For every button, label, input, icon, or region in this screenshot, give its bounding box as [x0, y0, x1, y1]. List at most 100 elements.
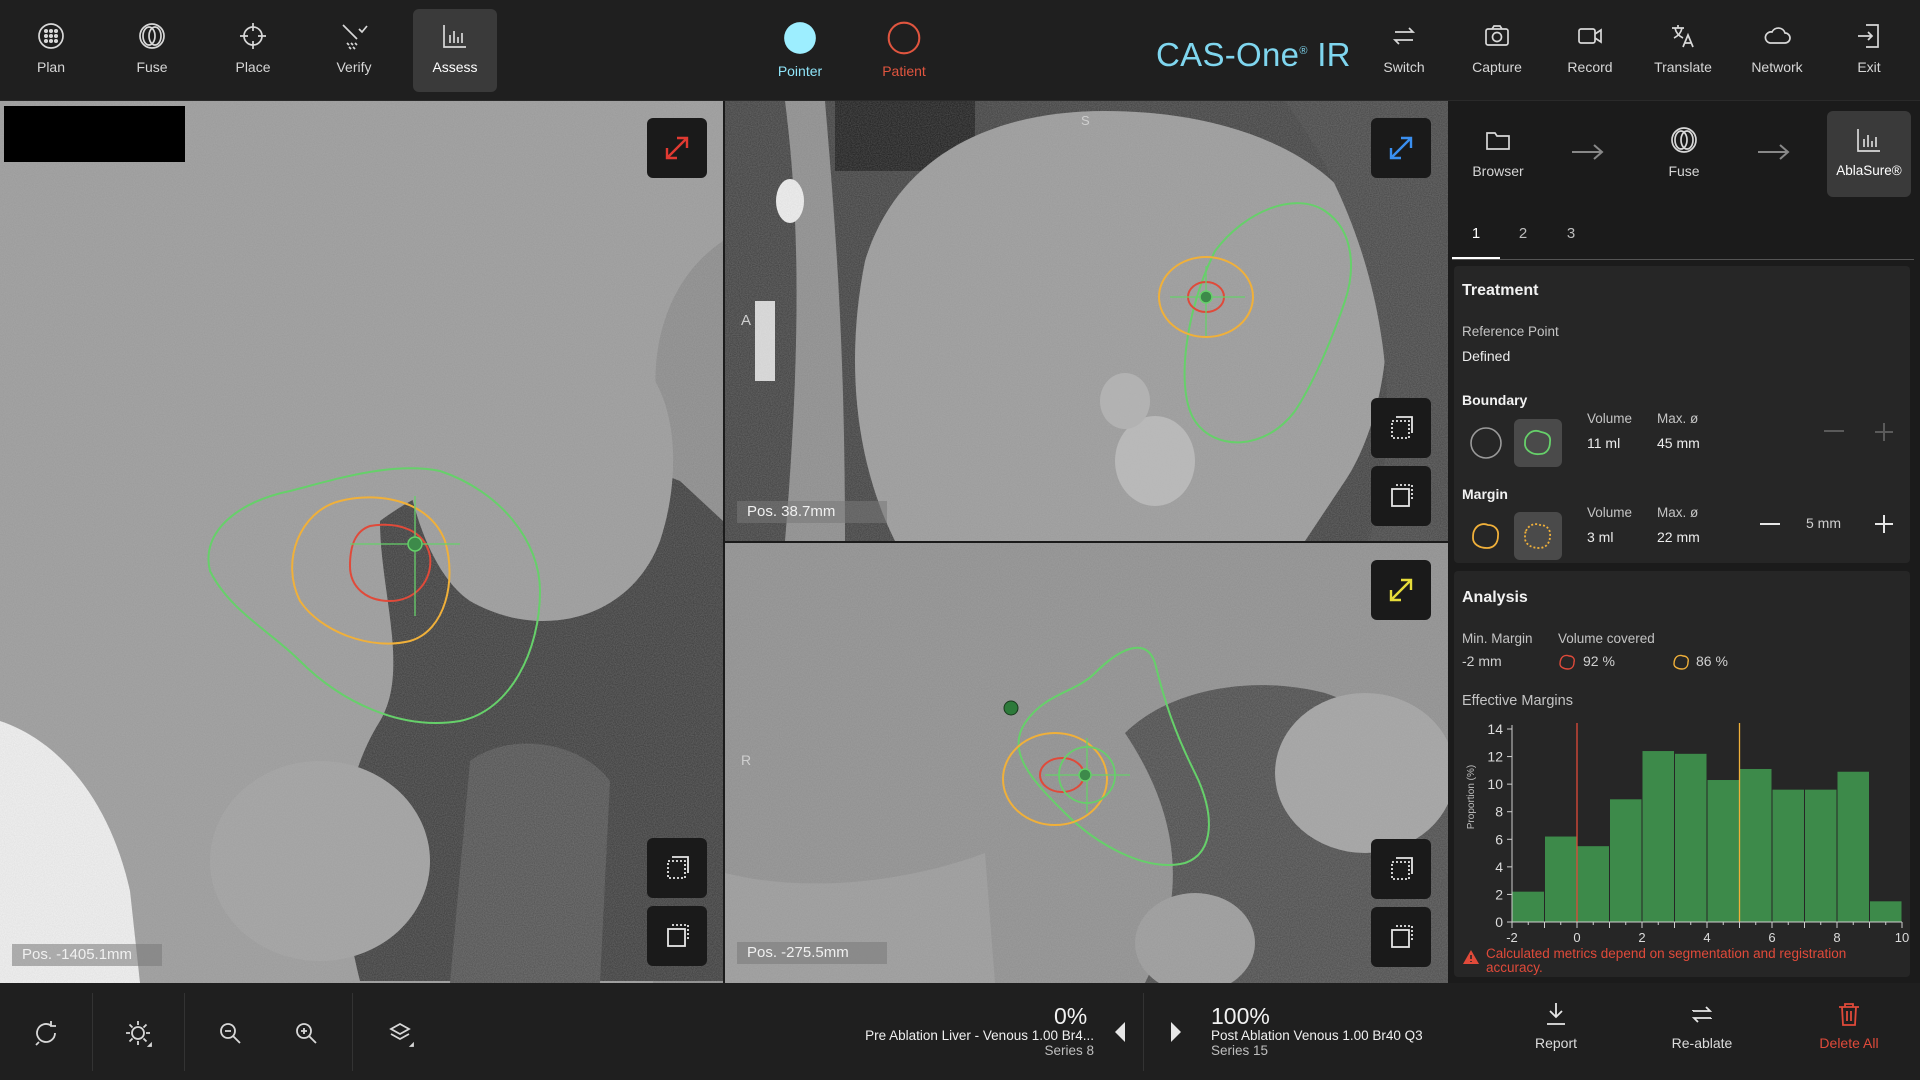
workflow-arrow-icon — [1572, 144, 1604, 160]
toolbar-separator — [352, 993, 353, 1071]
boundary-plus-button[interactable] — [1874, 422, 1894, 442]
sagittal-orientation-left: A — [741, 312, 752, 329]
green-blob-icon — [1524, 429, 1552, 456]
brightness-button[interactable] — [102, 1003, 174, 1063]
translate-icon — [1672, 25, 1694, 48]
margin-plus-button[interactable] — [1874, 514, 1894, 534]
margin-minus-button[interactable] — [1760, 523, 1780, 525]
brand-suffix: IR — [1317, 36, 1351, 73]
patient-button[interactable]: Patient — [862, 9, 946, 92]
brightness-icon — [126, 1021, 152, 1047]
workflow-ablasure-button[interactable]: AblaSure® — [1827, 111, 1911, 197]
verify-icon — [342, 24, 368, 50]
fuse-label: Fuse — [136, 59, 168, 75]
boundary-segmentation-toggle[interactable] — [1514, 419, 1562, 467]
action-bar: Report Re-ablate Delete All — [1448, 983, 1920, 1080]
pointer-button[interactable]: Pointer — [758, 9, 842, 92]
x-tick-label: -2 — [1506, 930, 1518, 945]
zoom-in-icon — [296, 1023, 317, 1044]
previous-series-button[interactable] — [1110, 1018, 1130, 1046]
circle-outline-icon — [1470, 427, 1502, 459]
sagittal-layer-button[interactable] — [1371, 466, 1431, 526]
coronal-layer-button[interactable] — [1371, 907, 1431, 967]
boundary-minus-button[interactable] — [1824, 430, 1844, 432]
coronal-ct-image — [725, 543, 1448, 983]
margin-title: Margin — [1462, 486, 1508, 502]
camera-icon — [1485, 25, 1509, 46]
axial-layer-button[interactable] — [647, 906, 707, 966]
margin-outline-toggle[interactable] — [1462, 512, 1510, 560]
folder-icon — [1486, 132, 1510, 150]
coronal-position-readout: Pos. -275.5mm — [737, 942, 887, 964]
place-label: Place — [235, 59, 271, 75]
layers-button[interactable] — [364, 1003, 436, 1063]
sagittal-crop-button[interactable] — [1371, 398, 1431, 458]
place-button[interactable]: Place — [211, 9, 295, 92]
effective-margins-chart: 02468101214-2 0 2 4 6 8 10 Proportion (%) — [1466, 721, 1909, 945]
plan-icon — [38, 23, 64, 49]
expand-arrows-icon — [1389, 578, 1413, 602]
volume-covered-label: Volume covered — [1558, 631, 1655, 646]
margin-volume-value: 3 ml — [1587, 529, 1614, 545]
histogram-bar — [1772, 789, 1804, 922]
assess-button[interactable]: Assess — [413, 9, 497, 92]
report-button[interactable]: Report — [1496, 999, 1616, 1069]
sagittal-expand-button[interactable] — [1371, 118, 1431, 178]
min-margin-value: -2 mm — [1462, 653, 1502, 669]
assess-label: Assess — [432, 59, 478, 75]
y-tick-label: 12 — [1487, 749, 1503, 765]
record-button[interactable]: Record — [1548, 9, 1632, 92]
zoom-in-button[interactable] — [270, 1003, 342, 1063]
margin-dashed-toggle[interactable] — [1514, 512, 1562, 560]
fuse-button[interactable]: Fuse — [110, 9, 194, 92]
boundary-max-value: 45 mm — [1657, 435, 1700, 451]
margin-max-value: 22 mm — [1657, 529, 1700, 545]
boundary-title: Boundary — [1462, 392, 1528, 408]
post-series-number: Series 15 — [1211, 1043, 1269, 1058]
coronal-viewport[interactable]: R Pos. -275.5mm — [725, 543, 1448, 983]
workflow-fuse-button[interactable]: Fuse — [1642, 111, 1726, 197]
delete-all-button[interactable]: Delete All — [1789, 999, 1909, 1069]
x-tick-label: 4 — [1703, 930, 1710, 945]
workflow-browser-button[interactable]: Browser — [1456, 111, 1540, 197]
histogram-bar — [1837, 771, 1869, 922]
crop-select-icon — [1391, 857, 1413, 880]
brand-mark: ® — [1299, 45, 1308, 57]
reset-rotation-button[interactable] — [10, 1003, 82, 1063]
verify-button[interactable]: Verify — [312, 9, 396, 92]
sagittal-viewport[interactable]: A S Pos. 38.7mm — [725, 101, 1448, 541]
switch-button[interactable]: Switch — [1362, 9, 1446, 92]
treatment-title: Treatment — [1462, 282, 1539, 299]
coronal-expand-button[interactable] — [1371, 560, 1431, 620]
x-tick-label: 10 — [1895, 930, 1909, 945]
capture-button[interactable]: Capture — [1455, 9, 1539, 92]
axial-crop-button[interactable] — [647, 838, 707, 898]
histogram-bar — [1740, 768, 1772, 922]
coronal-crop-button[interactable] — [1371, 839, 1431, 899]
plan-button[interactable]: Plan — [9, 9, 93, 92]
boundary-sphere-toggle[interactable] — [1462, 419, 1510, 467]
verify-label: Verify — [336, 59, 372, 75]
download-icon — [1547, 1003, 1565, 1025]
tab-2[interactable]: 2 — [1499, 209, 1547, 259]
post-series-name: Post Ablation Venous 1.00 Br40 Q3 — [1211, 1028, 1423, 1043]
boundary-max-label: Max. ø — [1657, 411, 1699, 426]
axial-position-readout: Pos. -1405.1mm — [12, 944, 162, 966]
tab-3[interactable]: 3 — [1547, 209, 1595, 259]
zoom-out-button[interactable] — [194, 1003, 266, 1063]
translate-label: Translate — [1654, 59, 1712, 75]
tab-divider — [1452, 259, 1914, 260]
network-button[interactable]: Network — [1735, 9, 1819, 92]
axial-expand-button[interactable] — [647, 118, 707, 178]
y-tick-label: 0 — [1495, 914, 1503, 930]
workflow-fuse-label: Fuse — [1668, 163, 1700, 179]
y-tick-label: 8 — [1495, 804, 1503, 820]
tab-1[interactable]: 1 — [1452, 209, 1500, 259]
crosshair-icon — [240, 23, 266, 49]
re-ablate-button[interactable]: Re-ablate — [1642, 999, 1762, 1069]
exit-button[interactable]: Exit — [1827, 9, 1911, 92]
analysis-title: Analysis — [1462, 589, 1528, 606]
next-series-button[interactable] — [1166, 1018, 1186, 1046]
axial-viewport[interactable]: Pos. -1405.1mm — [0, 101, 723, 983]
translate-button[interactable]: Translate — [1641, 9, 1725, 92]
